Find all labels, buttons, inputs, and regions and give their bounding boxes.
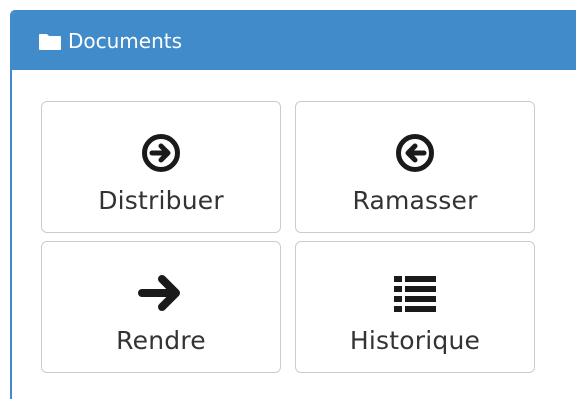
distribuer-button[interactable]: Distribuer xyxy=(41,101,281,233)
panel-title: Documents xyxy=(68,29,183,53)
circle-arrow-right-icon xyxy=(136,128,186,178)
rendre-label: Rendre xyxy=(116,326,206,355)
panel-body: Distribuer Ramasser Rendre Historique xyxy=(12,70,576,399)
ramasser-label: Ramasser xyxy=(352,186,478,215)
ramasser-button[interactable]: Ramasser xyxy=(295,101,535,233)
page: Documents Distribuer Ramasser Rendre His… xyxy=(0,0,576,399)
distribuer-label: Distribuer xyxy=(98,186,224,215)
list-icon xyxy=(390,268,440,318)
documents-panel: Documents Distribuer Ramasser Rendre His… xyxy=(10,10,576,399)
historique-button[interactable]: Historique xyxy=(295,241,535,373)
folder-icon xyxy=(38,32,62,50)
circle-arrow-left-icon xyxy=(390,128,440,178)
arrow-right-icon xyxy=(136,268,186,318)
rendre-button[interactable]: Rendre xyxy=(41,241,281,373)
historique-label: Historique xyxy=(349,326,481,355)
panel-heading: Documents xyxy=(12,12,576,70)
